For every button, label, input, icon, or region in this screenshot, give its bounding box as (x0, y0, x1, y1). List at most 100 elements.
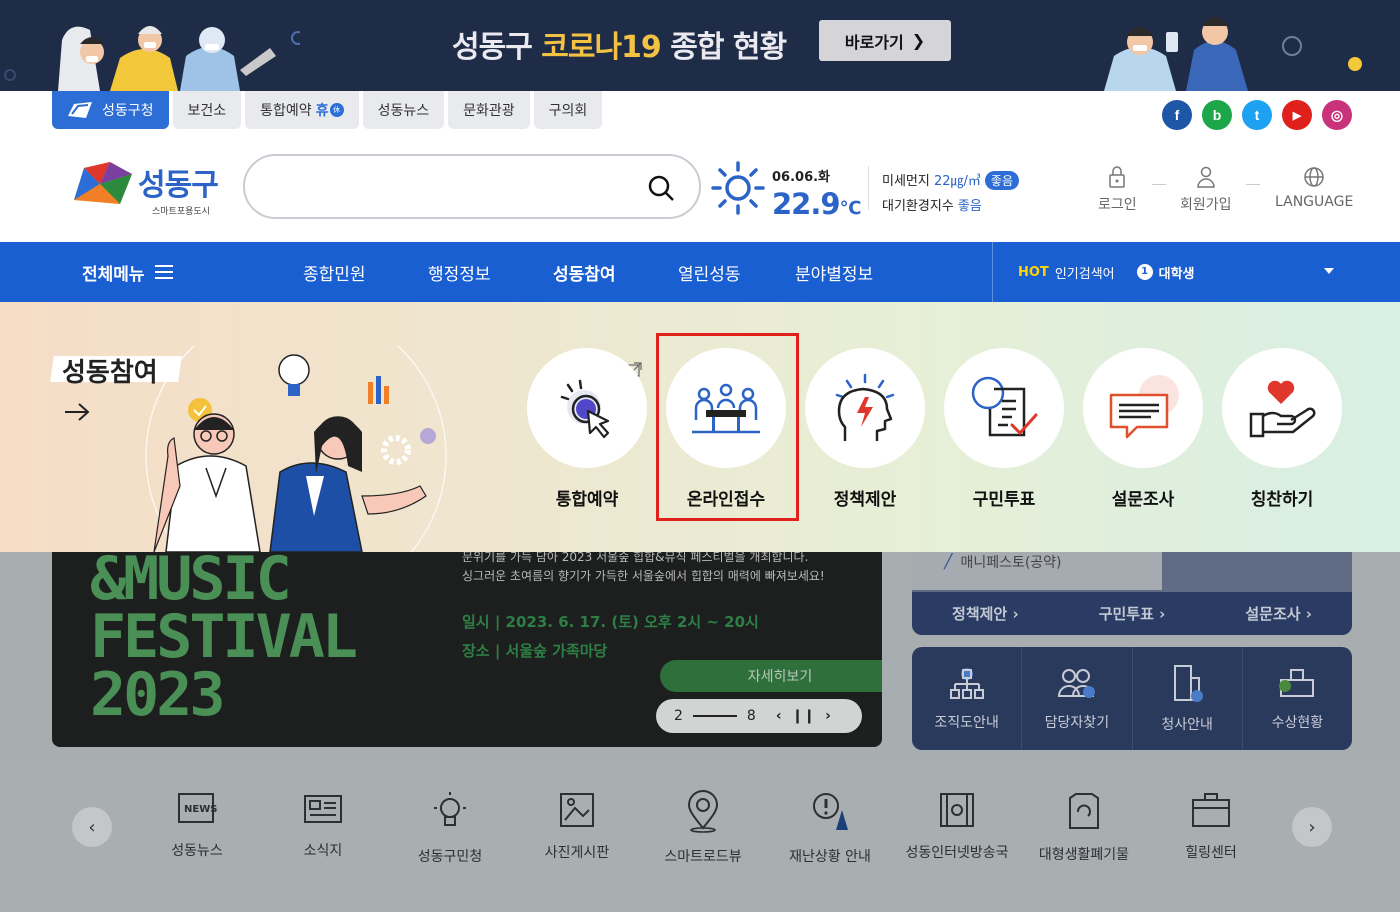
instagram-icon[interactable]: ◎ (1322, 100, 1352, 130)
air-quality-label: 대기환경지수 (882, 199, 958, 214)
quick-links: 조직도안내 담당자찾기 청사안내 수상현황 (912, 647, 1352, 750)
twitter-icon[interactable]: t (1242, 100, 1272, 130)
bottom-menu-news[interactable]: NEWS 성동뉴스 (132, 790, 262, 860)
pause-icon[interactable]: ❙❙ (792, 708, 815, 724)
language-link[interactable]: LANGUAGE (1275, 166, 1353, 210)
dropdown-arrow-icon[interactable] (1324, 268, 1334, 274)
chevron-right-icon: › (1308, 816, 1316, 838)
slide-date: 일시 | 2023. 6. 17. (토) 오후 2시 ~ 20시 (462, 613, 759, 631)
site-tab-label: 성동구청 (102, 103, 154, 119)
login-link[interactable]: 로그인 (1098, 166, 1137, 214)
site-tab-news[interactable]: 성동뉴스 (362, 91, 445, 129)
corona-banner: 성동구 코로나19 종합 현황 바로가기 ❯ (0, 0, 1400, 91)
slide-headline-line: FESTIVAL (90, 602, 358, 672)
prev-menu-button[interactable]: ‹ (72, 807, 112, 847)
hue-mark: 휴 (315, 103, 329, 119)
festival-slide[interactable]: &MUSIC FESTIVAL 2023 문위기를 가득 담아 2023 서울숲… (52, 552, 882, 747)
nav-item-administration[interactable]: 행정정보 (428, 242, 491, 302)
blog-icon[interactable]: b (1202, 100, 1232, 130)
staff-finder-link[interactable]: 담당자찾기 (1022, 647, 1133, 750)
banner-shortcut-button[interactable]: 바로가기 ❯ (819, 20, 951, 61)
card-icon-circle (1083, 348, 1203, 468)
nav-item-open-seongdong[interactable]: 열린성동 (678, 242, 741, 302)
bottom-menu-newsletter[interactable]: 소식지 (258, 790, 388, 860)
bottom-menu-broadcast[interactable]: 성동인터넷방송국 (892, 790, 1022, 862)
card-online-application[interactable]: 온라인접수 (666, 348, 786, 510)
all-menu-button[interactable]: 전체메뉴 (82, 242, 173, 302)
next-slide-icon[interactable]: › (825, 708, 831, 724)
resident-vote-link[interactable]: 구민투표 › (1059, 603, 1206, 624)
bottom-menu-citizen-hall[interactable]: 성동구민청 (385, 790, 515, 866)
bottom-menu-label: 소식지 (303, 843, 343, 859)
login-label: 로그인 (1098, 197, 1137, 213)
bottom-menu-roadview[interactable]: 스마트로드뷰 (638, 790, 768, 866)
site-tab-council[interactable]: 구의회 (533, 91, 603, 129)
slide-progress-line (692, 715, 737, 717)
site-logo[interactable]: 성동구 스마트포용도시 (70, 156, 230, 218)
bottom-menu-photo-board[interactable]: 사진게시판 (512, 790, 642, 862)
awards-link[interactable]: 수상현황 (1243, 647, 1352, 750)
card-policy-proposal[interactable]: 정책제안 (805, 348, 925, 510)
fine-dust-value: 22㎍/㎥ (933, 174, 981, 189)
heart-hand-icon (1249, 380, 1316, 438)
sunny-weather-icon (711, 161, 765, 215)
card-survey[interactable]: 설문조사 (1083, 348, 1203, 510)
bottom-menu-label: 성동구민청 (417, 849, 483, 865)
bottom-menu-disaster[interactable]: 재난상황 안내 (765, 790, 895, 866)
search-input[interactable] (269, 172, 649, 202)
site-tab-culture[interactable]: 문화관광 (448, 91, 530, 129)
site-tab-seongdong[interactable]: 성동구청 (52, 91, 169, 129)
slash-mark-icon: ╱ (944, 554, 953, 570)
bottom-menu-label: 힐링센터 (1185, 845, 1237, 861)
card-reservation[interactable]: 통합예약 (527, 348, 647, 510)
lock-icon (1109, 166, 1126, 188)
card-resident-vote[interactable]: 구민투표 (944, 348, 1064, 510)
office-guide-link[interactable]: 청사안내 (1133, 647, 1243, 750)
svg-text:NEWS: NEWS (184, 804, 217, 815)
nav-item-civil-affairs[interactable]: 종합민원 (303, 242, 366, 302)
all-menu-label: 전체메뉴 (82, 264, 145, 285)
bottom-menu-healing-center[interactable]: 힐링센터 (1146, 790, 1276, 862)
prev-slide-icon[interactable]: ‹ (776, 708, 782, 724)
air-quality-info: 대기환경지수 좋음 (882, 195, 982, 214)
nav-item-field-info[interactable]: 분야별정보 (795, 242, 873, 302)
util-divider (1246, 184, 1260, 185)
survey-link[interactable]: 설문조사 › (1205, 603, 1352, 624)
film-icon (940, 793, 974, 827)
card-icon-circle (805, 348, 925, 468)
org-chart-link[interactable]: 조직도안내 (912, 647, 1023, 750)
hot-keyword[interactable]: 대학생 (1159, 263, 1195, 282)
manifest-link[interactable]: ╱ 매니페스토(공약) (944, 552, 1062, 572)
signup-link[interactable]: 회원가입 (1180, 166, 1232, 214)
banner-illustration-right-icon (1104, 17, 1362, 91)
quick-link-label: 조직도안내 (934, 714, 999, 731)
slide-more-button[interactable]: 자세히보기 (660, 660, 882, 692)
site-tab-label: 통합예약 (260, 103, 312, 119)
org-chart-icon (949, 667, 984, 699)
slide-current-number: 2 (674, 708, 683, 724)
hot-keywords[interactable]: HOT 인기검색어 1 대학생 (1018, 242, 1195, 302)
bottom-menu-label: 대형생활폐기물 (1038, 847, 1130, 863)
main-nav: 전체메뉴 종합민원 행정정보 성동참여 열린성동 분야별정보 HOT 인기검색어… (0, 242, 1400, 302)
site-tab-health-center[interactable]: 보건소 (172, 91, 242, 129)
banner-title: 성동구 코로나19 종합 현황 (452, 30, 787, 65)
bottom-menu-bulky-waste[interactable]: 대형생활폐기물 (1019, 790, 1149, 864)
slide-headline-line: 2023 (90, 660, 225, 730)
policy-proposal-link[interactable]: 정책제안 › (912, 603, 1059, 624)
search-box[interactable] (243, 154, 701, 219)
news-icon: NEWS (178, 793, 217, 823)
vote-document-icon (971, 376, 1038, 437)
signup-label: 회원가입 (1180, 197, 1232, 213)
facebook-icon[interactable]: f (1162, 100, 1192, 130)
bottom-menu-label: 사진게시판 (544, 845, 610, 861)
site-tab-reservation[interactable]: 통합예약 휴 休 (245, 91, 359, 129)
card-icon-circle (666, 348, 786, 468)
card-compliment[interactable]: 칭찬하기 (1222, 348, 1342, 510)
search-icon[interactable] (647, 174, 675, 202)
arrow-right-icon[interactable] (64, 402, 90, 422)
youtube-icon[interactable]: ▶ (1282, 100, 1312, 130)
nav-item-participation[interactable]: 성동참여 (553, 242, 616, 302)
participation-cards: 통합예약 온라인접수 정책제안 구민투표 설문조사 칭찬하기 (527, 348, 1342, 510)
next-menu-button[interactable]: › (1292, 807, 1332, 847)
site-tab-label: 성동뉴스 (377, 103, 430, 119)
